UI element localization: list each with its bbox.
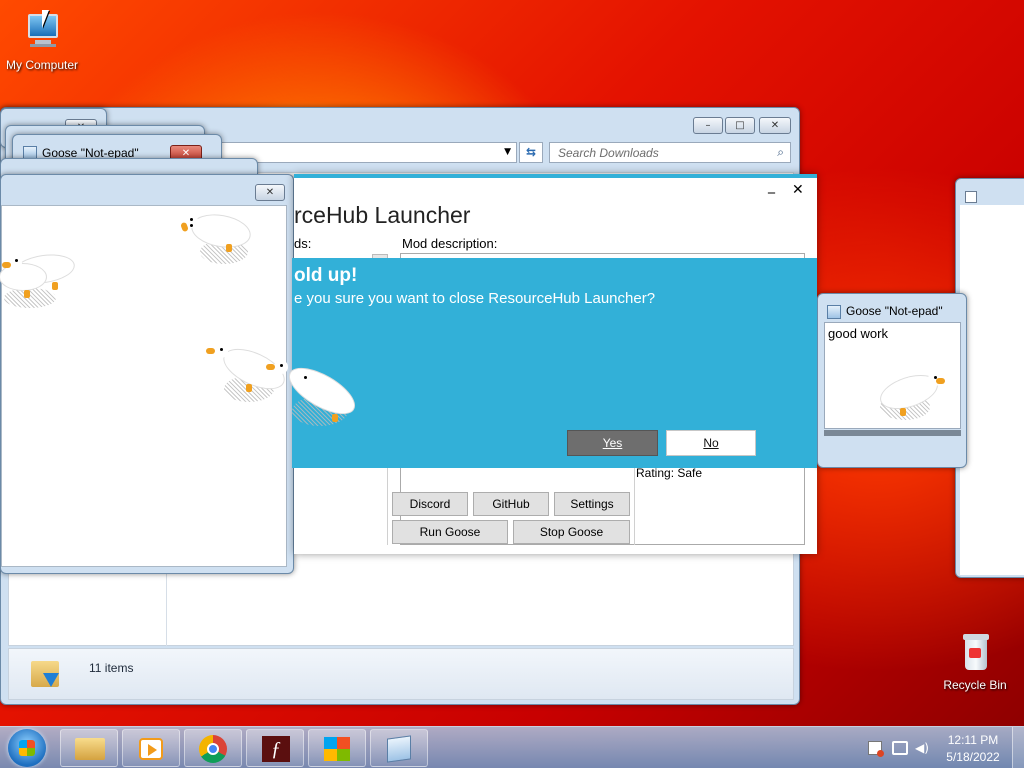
recycle-bin-desktop-icon[interactable]: Recycle Bin — [933, 630, 1017, 692]
windows-colorful-icon — [324, 737, 350, 761]
minimize-button[interactable]: – — [693, 117, 723, 134]
start-button[interactable] — [8, 729, 46, 767]
taskbar-app-button[interactable] — [308, 729, 366, 767]
github-button[interactable]: GitHub — [473, 492, 549, 516]
tray-flag-icon[interactable] — [868, 741, 884, 757]
window-title: Goose "Not-epad" — [846, 304, 943, 318]
dialog-message: e you sure you want to close ResourceHub… — [294, 290, 656, 307]
dialog-heading: old up! — [294, 265, 358, 286]
my-computer-label: My Computer — [5, 58, 79, 72]
tray-network-icon[interactable] — [892, 741, 908, 755]
item-count: 11 items — [89, 661, 134, 675]
status-bar: 11 items — [8, 648, 794, 700]
navigation-pane-divider — [166, 568, 167, 646]
rating-text: Rating: Safe — [636, 466, 703, 480]
notepad-icon — [827, 305, 841, 319]
maximize-button[interactable]: □ — [725, 117, 755, 134]
windows-logo-icon — [19, 740, 35, 756]
run-goose-button[interactable]: Run Goose — [392, 520, 508, 544]
search-input[interactable]: Search Downloads ⌕ — [549, 142, 791, 163]
flash-icon: ƒ — [262, 736, 290, 762]
clock-time[interactable]: 12:11 PM — [942, 733, 1004, 747]
taskbar-media-player-button[interactable] — [122, 729, 180, 767]
mod-description-label: Mod description: — [402, 236, 498, 251]
dropdown-arrow-icon: ▼ — [504, 147, 511, 157]
mod-list-box[interactable] — [294, 463, 388, 545]
recycle-bin-icon — [953, 630, 997, 674]
window-icon — [965, 191, 977, 203]
taskbar-notepad-button[interactable] — [370, 729, 428, 767]
info-divider — [634, 463, 635, 545]
settings-button[interactable]: Settings — [554, 492, 630, 516]
search-icon: ⌕ — [777, 145, 784, 159]
mods-label: ds: — [294, 236, 312, 251]
yes-button[interactable]: Yes — [567, 430, 658, 456]
close-confirm-dialog: old up! e you sure you want to close Res… — [292, 258, 817, 468]
show-desktop-button[interactable] — [1012, 727, 1024, 768]
taskbar-flash-button[interactable]: ƒ — [246, 729, 304, 767]
minimize-button[interactable]: _ — [768, 178, 775, 194]
taskbar-chrome-button[interactable] — [184, 729, 242, 767]
address-bar[interactable]: ▼ — [221, 142, 517, 163]
no-button[interactable]: No — [666, 430, 756, 456]
goose-sprite — [876, 369, 948, 430]
notepad-text: good work — [828, 326, 888, 341]
stop-goose-button[interactable]: Stop Goose — [513, 520, 630, 544]
close-button[interactable]: ✕ — [792, 182, 804, 198]
mouse-cursor-icon — [42, 10, 49, 28]
folder-download-icon — [31, 655, 61, 693]
chrome-icon — [199, 735, 227, 763]
tray-volume-icon[interactable]: ◀) — [915, 741, 929, 755]
discord-button[interactable]: Discord — [392, 492, 468, 516]
launcher-title: rceHub Launcher — [294, 202, 471, 228]
goose-sprite — [178, 210, 258, 270]
taskbar-explorer-button[interactable] — [60, 729, 118, 767]
folder-explorer-icon — [75, 738, 105, 760]
close-button[interactable]: ✕ — [255, 184, 285, 201]
media-player-icon — [139, 738, 163, 760]
recycle-bin-label: Recycle Bin — [943, 678, 1007, 692]
notepad-icon — [387, 735, 411, 763]
goose-sprite — [264, 358, 364, 430]
horizontal-scrollbar[interactable] — [824, 430, 961, 436]
clock-date[interactable]: 5/18/2022 — [942, 750, 1004, 764]
refresh-button[interactable]: ⇆ — [519, 142, 543, 163]
close-button[interactable]: ✕ — [759, 117, 791, 134]
goose-sprite — [0, 251, 80, 312]
